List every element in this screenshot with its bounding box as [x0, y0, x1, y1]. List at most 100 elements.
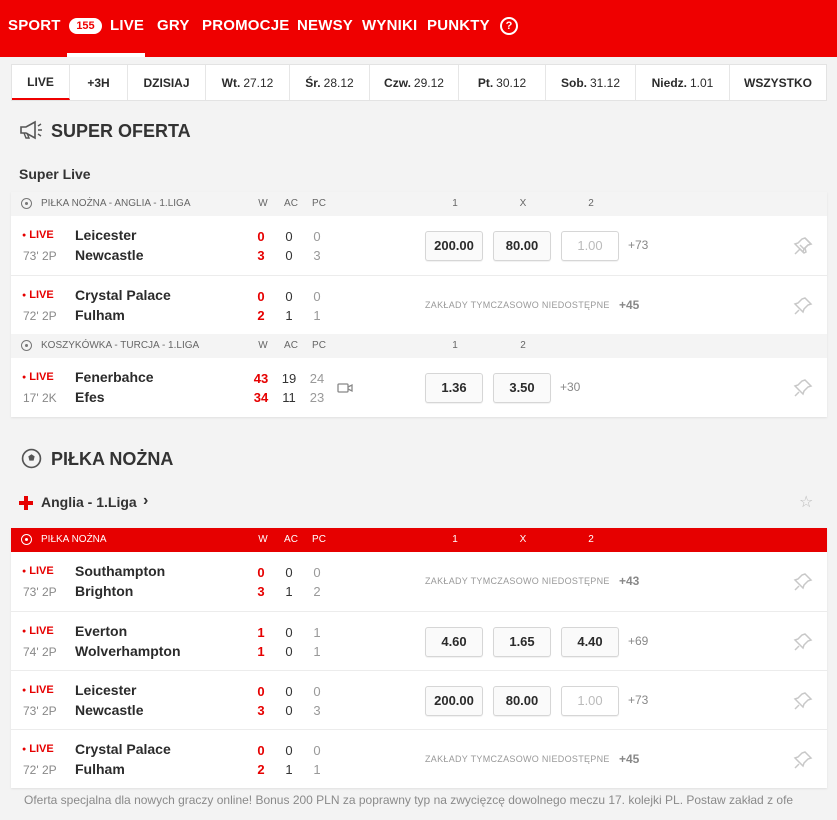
match-time: 72' 2P [23, 763, 57, 777]
match-time: 73' 2P [23, 585, 57, 599]
pin-icon[interactable] [793, 572, 813, 592]
pilka-nozna-card: PIŁKA NOŻNA W AC PC 1 X 2 LIVE 73' 2P So… [11, 528, 827, 788]
odd-2-button: 1.00 [561, 686, 619, 716]
odd-2-button[interactable]: 3.50 [493, 373, 551, 403]
video-icon[interactable] [337, 382, 353, 394]
away-team: Newcastle [75, 247, 144, 263]
tab-czw[interactable]: Czw. 29.12 [370, 65, 459, 100]
home-team: Crystal Palace [75, 287, 171, 303]
football-icon [21, 198, 32, 209]
football-icon [21, 448, 42, 469]
league-title[interactable]: Anglia - 1.Liga [41, 494, 137, 510]
odd-2-button[interactable]: 4.40 [561, 627, 619, 657]
more-bets-link[interactable]: +30 [560, 380, 580, 394]
more-bets-link[interactable]: +73 [628, 693, 648, 707]
away-team: Fulham [75, 307, 125, 323]
more-bets-link[interactable]: +43 [619, 574, 639, 588]
nav-gry[interactable]: GRY [157, 17, 190, 34]
bets-unavailable-label: ZAKŁADY TYMCZASOWO NIEDOSTĘPNE [425, 576, 610, 586]
live-indicator: LIVE [22, 289, 53, 301]
live-indicator: LIVE [22, 565, 53, 577]
match-time: 74' 2P [23, 645, 57, 659]
pin-icon[interactable] [793, 750, 813, 770]
group-header-basketball: KOSZYKÓWKA - TURCJA - 1.LIGA W AC PC 1 2 [11, 334, 827, 358]
live-indicator: LIVE [22, 229, 53, 241]
tab-sob[interactable]: Sob. 31.12 [546, 65, 636, 100]
live-indicator: LIVE [22, 684, 53, 696]
away-team: Newcastle [75, 702, 144, 718]
group-header-football: PIŁKA NOŻNA W AC PC 1 X 2 [11, 528, 827, 552]
super-oferta-title: SUPER OFERTA [51, 121, 191, 141]
nav-sport[interactable]: SPORT [8, 17, 61, 34]
top-navigation: SPORT 155 LIVE GRY PROMOCJE NEWSY WYNIKI… [0, 0, 837, 57]
basketball-icon [21, 340, 32, 351]
pin-icon[interactable] [793, 632, 813, 652]
match-row[interactable]: LIVE 74' 2P Everton Wolverhampton 1 1 0 … [11, 611, 827, 670]
super-oferta-card: PIŁKA NOŻNA - ANGLIA - 1.LIGA W AC PC 1 … [11, 192, 827, 417]
match-time: 73' 2P [23, 704, 57, 718]
pin-icon[interactable] [793, 296, 813, 316]
nav-live[interactable]: LIVE [110, 17, 144, 34]
match-row[interactable]: LIVE 73' 2P Leicester Newcastle 0 3 0 0 … [11, 670, 827, 729]
match-time: 72' 2P [23, 309, 57, 323]
bets-unavailable-label: ZAKŁADY TYMCZASOWO NIEDOSTĘPNE [425, 754, 610, 764]
match-time: 73' 2P [23, 249, 57, 263]
more-bets-link[interactable]: +45 [619, 752, 639, 766]
help-icon[interactable]: ? [500, 17, 518, 35]
more-bets-link[interactable]: +69 [628, 634, 648, 648]
live-indicator: LIVE [22, 371, 53, 383]
live-indicator: LIVE [22, 625, 53, 637]
more-bets-link[interactable]: +73 [628, 238, 648, 252]
odd-x-button[interactable]: 80.00 [493, 231, 551, 261]
more-bets-link[interactable]: +45 [619, 298, 639, 312]
away-team: Wolverhampton [75, 643, 181, 659]
tab-live[interactable]: LIVE [12, 65, 70, 100]
home-team: Fenerbahce [75, 369, 154, 385]
megaphone-icon [20, 120, 42, 140]
date-tabs: LIVE +3H DZISIAJ Wt. 27.12 Śr. 28.12 Czw. 2… [11, 64, 827, 101]
match-time: 17' 2K [23, 391, 57, 405]
tab-pt[interactable]: Pt. 30.12 [459, 65, 546, 100]
bets-unavailable-label: ZAKŁADY TYMCZASOWO NIEDOSTĘPNE [425, 300, 610, 310]
nav-wyniki[interactable]: WYNIKI [362, 17, 417, 34]
match-row[interactable]: LIVE 73' 2P Leicester Newcastle 0 3 0 0 … [11, 216, 827, 275]
match-row[interactable]: LIVE 72' 2P Crystal Palace Fulham 0 2 0 … [11, 275, 827, 334]
pin-icon[interactable] [793, 691, 813, 711]
pin-icon[interactable] [793, 378, 813, 398]
nav-promocje[interactable]: PROMOCJE [202, 17, 289, 34]
star-icon[interactable]: ☆ [799, 492, 813, 512]
odd-1-button[interactable]: 1.36 [425, 373, 483, 403]
match-row[interactable]: LIVE 72' 2P Crystal Palace Fulham 0 2 0 … [11, 729, 827, 788]
away-team: Fulham [75, 761, 125, 777]
tab-wszystko[interactable]: WSZYSTKO [730, 65, 826, 100]
home-team: Everton [75, 623, 128, 639]
match-row[interactable]: LIVE 17' 2K Fenerbahce Efes 43 34 19 11 … [11, 358, 827, 417]
promo-footer-text: Oferta specjalna dla nowych graczy onlin… [24, 793, 794, 807]
odd-1-button[interactable]: 4.60 [425, 627, 483, 657]
super-live-subtitle: Super Live [19, 166, 91, 182]
match-row[interactable]: LIVE 73' 2P Southampton Brighton 0 3 0 1… [11, 552, 827, 611]
tab-wt[interactable]: Wt. 27.12 [206, 65, 290, 100]
pin-icon[interactable] [793, 236, 813, 256]
nav-newsy[interactable]: NEWSY [297, 17, 353, 34]
group-header-football: PIŁKA NOŻNA - ANGLIA - 1.LIGA W AC PC 1 … [11, 192, 827, 216]
tab-3h[interactable]: +3H [70, 65, 128, 100]
odd-1-button[interactable]: 200.00 [425, 231, 483, 261]
odd-1-button[interactable]: 200.00 [425, 686, 483, 716]
tab-sr[interactable]: Śr. 28.12 [290, 65, 370, 100]
home-team: Leicester [75, 227, 137, 243]
home-team: Leicester [75, 682, 137, 698]
home-team: Southampton [75, 563, 166, 579]
odd-x-button[interactable]: 1.65 [493, 627, 551, 657]
active-nav-underline [67, 53, 145, 57]
odd-2-button: 1.00 [561, 231, 619, 261]
away-team: Brighton [75, 583, 134, 599]
chevron-right-icon[interactable]: › [143, 492, 148, 510]
odd-x-button[interactable]: 80.00 [493, 686, 551, 716]
football-icon [21, 534, 32, 545]
tab-niedz[interactable]: Niedz. 1.01 [636, 65, 730, 100]
home-team: Crystal Palace [75, 741, 171, 757]
away-team: Efes [75, 389, 105, 405]
nav-punkty[interactable]: PUNKTY [427, 17, 490, 34]
tab-dzisiaj[interactable]: DZISIAJ [128, 65, 206, 100]
